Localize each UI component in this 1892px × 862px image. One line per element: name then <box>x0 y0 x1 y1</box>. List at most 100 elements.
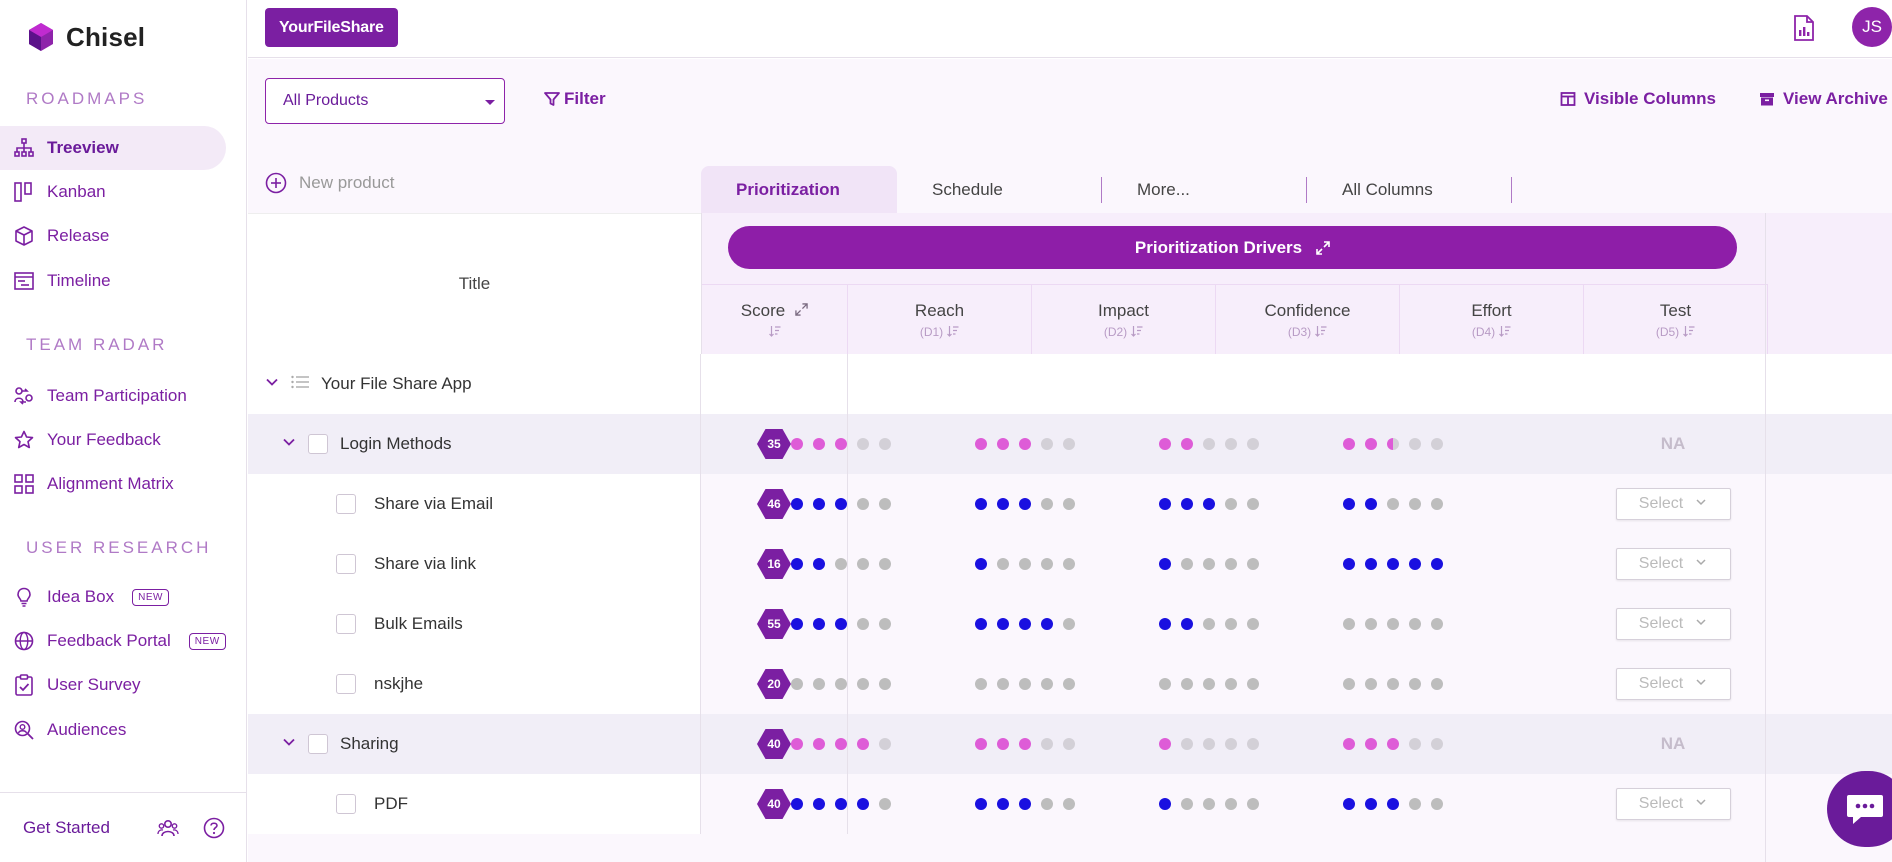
test-select[interactable]: Select <box>1615 548 1731 580</box>
brand-logo[interactable]: Chisel <box>24 20 145 54</box>
rating-confidence[interactable] <box>1117 414 1301 474</box>
tab-more[interactable]: More... <box>1102 166 1306 214</box>
rating-dot[interactable] <box>1387 798 1399 810</box>
rating-dot[interactable] <box>879 798 891 810</box>
rating-effort[interactable] <box>1301 474 1485 534</box>
sidebar-item-release[interactable]: Release <box>0 214 226 258</box>
rating-confidence[interactable] <box>1117 594 1301 654</box>
row-checkbox[interactable] <box>336 794 356 814</box>
expand-icon[interactable] <box>795 301 808 321</box>
rating-dot[interactable] <box>857 738 869 750</box>
rating-dot[interactable] <box>1203 798 1215 810</box>
rating-dot[interactable] <box>1063 738 1075 750</box>
row-title[interactable]: PDF <box>374 794 408 814</box>
rating-dot[interactable] <box>975 798 987 810</box>
rating-dot[interactable] <box>1365 618 1377 630</box>
rating-dot[interactable] <box>1409 738 1421 750</box>
rating-dot[interactable] <box>975 438 987 450</box>
sidebar-item-team-participation[interactable]: Team Participation <box>0 374 226 418</box>
rating-dot[interactable] <box>813 738 825 750</box>
rating-dot[interactable] <box>835 738 847 750</box>
rating-dot[interactable] <box>997 498 1009 510</box>
rating-effort[interactable] <box>1301 774 1485 834</box>
rating-impact[interactable] <box>933 594 1117 654</box>
rating-impact[interactable] <box>933 534 1117 594</box>
rating-dot[interactable] <box>1019 738 1031 750</box>
rating-dot[interactable] <box>791 618 803 630</box>
sort-icon[interactable] <box>1315 325 1327 340</box>
row-title[interactable]: Share via link <box>374 554 476 574</box>
rating-dot[interactable] <box>1247 678 1259 690</box>
rating-dot[interactable] <box>879 438 891 450</box>
rating-dot[interactable] <box>857 618 869 630</box>
rating-dot[interactable] <box>1365 498 1377 510</box>
rating-reach[interactable] <box>749 414 933 474</box>
rating-dot[interactable] <box>1343 678 1355 690</box>
rating-dot[interactable] <box>879 678 891 690</box>
rating-dot[interactable] <box>1409 618 1421 630</box>
rating-dot[interactable] <box>813 798 825 810</box>
rating-dot[interactable] <box>1159 558 1171 570</box>
rating-dot[interactable] <box>1041 798 1053 810</box>
rating-dot[interactable] <box>857 498 869 510</box>
help-icon[interactable] <box>203 817 225 839</box>
filter-button[interactable]: Filter <box>544 89 606 109</box>
rating-dot[interactable] <box>1063 438 1075 450</box>
chevron-down-icon[interactable] <box>282 734 296 754</box>
rating-dot[interactable] <box>1225 618 1237 630</box>
rating-dot[interactable] <box>791 438 803 450</box>
test-select[interactable]: Select <box>1615 788 1731 820</box>
rating-dot[interactable] <box>791 498 803 510</box>
rating-impact[interactable] <box>933 654 1117 714</box>
rating-dot[interactable] <box>879 618 891 630</box>
sidebar-item-kanban[interactable]: Kanban <box>0 170 226 214</box>
rating-dot[interactable] <box>1063 498 1075 510</box>
rating-effort[interactable] <box>1301 414 1485 474</box>
rating-dot[interactable] <box>1387 498 1399 510</box>
rating-impact[interactable] <box>933 774 1117 834</box>
rating-dot[interactable] <box>1159 438 1171 450</box>
sidebar-item-alignment-matrix[interactable]: Alignment Matrix <box>0 462 226 506</box>
chevron-down-icon[interactable] <box>265 374 279 394</box>
table-row[interactable]: Your File Share App <box>248 354 1892 414</box>
rating-dot[interactable] <box>1225 498 1237 510</box>
rating-reach[interactable] <box>749 714 933 774</box>
rating-dot[interactable] <box>1343 558 1355 570</box>
row-checkbox[interactable] <box>336 554 356 574</box>
table-row[interactable]: Sharing 40 NA <box>248 714 1892 774</box>
rating-dot[interactable] <box>997 798 1009 810</box>
rating-dot[interactable] <box>1041 558 1053 570</box>
rating-dot[interactable] <box>1019 678 1031 690</box>
rating-reach[interactable] <box>749 594 933 654</box>
rating-dot[interactable] <box>1019 618 1031 630</box>
sidebar-item-audiences[interactable]: Audiences <box>0 708 226 752</box>
rating-reach[interactable] <box>749 534 933 594</box>
rating-dot[interactable] <box>791 678 803 690</box>
sidebar-item-treeview[interactable]: Treeview <box>0 126 226 170</box>
rating-impact[interactable] <box>933 414 1117 474</box>
row-title[interactable]: Your File Share App <box>321 374 472 394</box>
rating-dot[interactable] <box>1387 678 1399 690</box>
rating-dot[interactable] <box>1365 438 1377 450</box>
rating-dot[interactable] <box>1247 618 1259 630</box>
rating-dot[interactable] <box>1431 498 1443 510</box>
rating-dot[interactable] <box>1431 618 1443 630</box>
rating-dot[interactable] <box>1247 798 1259 810</box>
chevron-down-icon[interactable] <box>282 434 296 454</box>
tab-schedule[interactable]: Schedule <box>897 166 1101 214</box>
rating-dot[interactable] <box>835 498 847 510</box>
sort-icon[interactable] <box>1131 325 1143 340</box>
rating-dot[interactable] <box>1203 618 1215 630</box>
rating-dot[interactable] <box>1041 498 1053 510</box>
sidebar-item-timeline[interactable]: Timeline <box>0 259 226 303</box>
rating-dot[interactable] <box>835 558 847 570</box>
rating-dot[interactable] <box>1225 798 1237 810</box>
rating-dot[interactable] <box>857 558 869 570</box>
rating-dot[interactable] <box>1181 738 1193 750</box>
rating-dot[interactable] <box>1159 678 1171 690</box>
column-header-test[interactable]: Test (D5) <box>1584 285 1768 355</box>
rating-dot[interactable] <box>835 618 847 630</box>
rating-confidence[interactable] <box>1117 714 1301 774</box>
rating-dot[interactable] <box>1181 678 1193 690</box>
rating-dot[interactable] <box>1387 738 1399 750</box>
